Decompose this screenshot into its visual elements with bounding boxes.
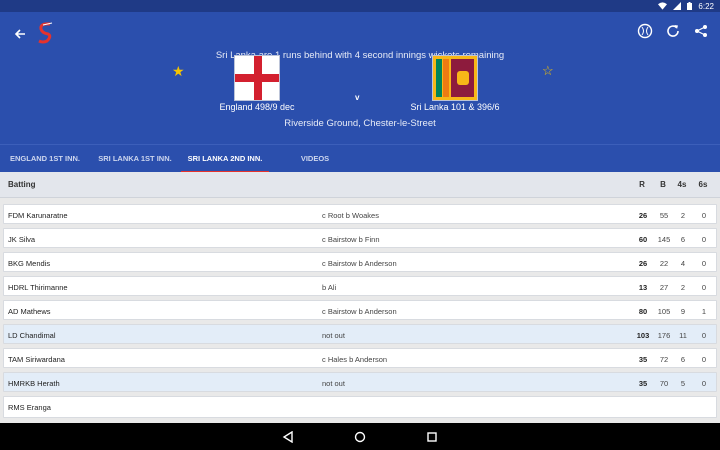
- batting-title: Batting: [8, 180, 36, 189]
- dismissal: c Bairstow b Finn: [322, 235, 380, 244]
- dismissal: c Bairstow b Anderson: [322, 307, 397, 316]
- home-circle-icon: [354, 431, 366, 443]
- home-team-score: England 498/9 dec: [219, 102, 295, 112]
- batsman-name: LD Chandimal: [8, 331, 56, 340]
- tab-videos[interactable]: VIDEOS: [290, 145, 340, 173]
- batsman-name: HDRL Thirimanne: [8, 283, 68, 292]
- back-triangle-icon: [282, 431, 293, 443]
- table-row[interactable]: BKG Mendis c Bairstow b Anderson 26 22 4…: [3, 252, 717, 272]
- arrow-left-icon: [14, 29, 25, 39]
- sixes: 0: [701, 211, 707, 220]
- table-row[interactable]: FDM Karunaratne c Root b Woakes 26 55 2 …: [3, 204, 717, 224]
- sixes: 0: [701, 355, 707, 364]
- recents-square-icon: [427, 432, 437, 442]
- batsman-name: BKG Mendis: [8, 259, 51, 268]
- batsman-name: FDM Karunaratne: [8, 211, 68, 220]
- versus-label: v: [355, 93, 360, 102]
- nav-home-button[interactable]: [352, 429, 368, 445]
- batsman-name: TAM Siriwardana: [8, 355, 65, 364]
- dismissal: b Ali: [322, 283, 337, 292]
- scorecard-button[interactable]: [636, 22, 654, 40]
- back-button[interactable]: [10, 24, 30, 44]
- battery-icon: [687, 2, 693, 10]
- app-logo: [38, 22, 53, 44]
- table-row[interactable]: TAM Siriwardana c Hales b Anderson 35 72…: [3, 348, 717, 368]
- table-row[interactable]: HMRKB Herath not out 35 70 5 0: [3, 372, 717, 392]
- favorite-star-icon[interactable]: ★: [172, 64, 185, 78]
- nav-recents-button[interactable]: [424, 429, 440, 445]
- table-row[interactable]: AD Mathews c Bairstow b Anderson 80 105 …: [3, 300, 717, 320]
- system-nav-bar: [0, 423, 720, 450]
- nav-back-button[interactable]: [280, 429, 296, 445]
- batsman-name: HMRKB Herath: [8, 379, 60, 388]
- table-row[interactable]: HDRL Thirimanne b Ali 13 27 2 0: [3, 276, 717, 296]
- table-row[interactable]: LD Chandimal not out 103 176 11 0: [3, 324, 717, 344]
- wifi-icon: [658, 2, 668, 10]
- batsman-name: RMS Eranga: [8, 403, 51, 412]
- sri-lanka-flag: [432, 55, 478, 101]
- match-summary: Sri Lanka are 1 runs behind with 4 secon…: [215, 50, 505, 61]
- batsman-name: JK Silva: [8, 235, 36, 244]
- sixes: 0: [701, 235, 707, 244]
- sixes: 0: [701, 283, 707, 292]
- venue: Riverside Ground, Chester-le-Street: [284, 118, 436, 129]
- dismissal: not out: [322, 331, 345, 340]
- away-team-score: Sri Lanka 101 & 396/6: [410, 102, 500, 112]
- tab-sri-lanka-2nd-inn[interactable]: SRI LANKA 2ND INN.: [181, 145, 269, 173]
- share-icon: [695, 25, 707, 37]
- sixes: 0: [701, 331, 707, 340]
- dismissal: c Root b Woakes: [322, 211, 379, 220]
- dismissal: not out: [322, 379, 345, 388]
- batsman-name: AD Mathews: [8, 307, 51, 316]
- status-bar: 6:22: [0, 0, 720, 12]
- sixes: 0: [701, 259, 707, 268]
- signal-icon: [673, 2, 682, 10]
- favorite-star-outline-icon[interactable]: ☆: [542, 64, 554, 78]
- share-button[interactable]: [692, 22, 710, 40]
- england-flag: [234, 55, 280, 101]
- clock: 6:22: [698, 1, 714, 11]
- batting-header: Batting R B 4s 6s: [0, 172, 720, 198]
- sixes: 1: [701, 307, 707, 316]
- col-sixes: 6s: [698, 180, 708, 189]
- refresh-button[interactable]: [664, 22, 682, 40]
- dismissal: c Hales b Anderson: [322, 355, 388, 364]
- sixes: 0: [701, 379, 707, 388]
- refresh-icon: [667, 25, 679, 37]
- dismissal: c Bairstow b Anderson: [322, 259, 397, 268]
- tab-england-1st-inn[interactable]: ENGLAND 1ST INN.: [0, 145, 90, 173]
- innings-tabs: ENGLAND 1ST INN. SRI LANKA 1ST INN. SRI …: [0, 144, 720, 173]
- table-row[interactable]: JK Silva c Bairstow b Finn 60 145 6 0: [3, 228, 717, 248]
- cricket-ball-icon: [637, 23, 653, 39]
- tab-sri-lanka-1st-inn[interactable]: SRI LANKA 1ST INN.: [92, 145, 178, 173]
- table-row[interactable]: RMS Eranga: [3, 396, 717, 418]
